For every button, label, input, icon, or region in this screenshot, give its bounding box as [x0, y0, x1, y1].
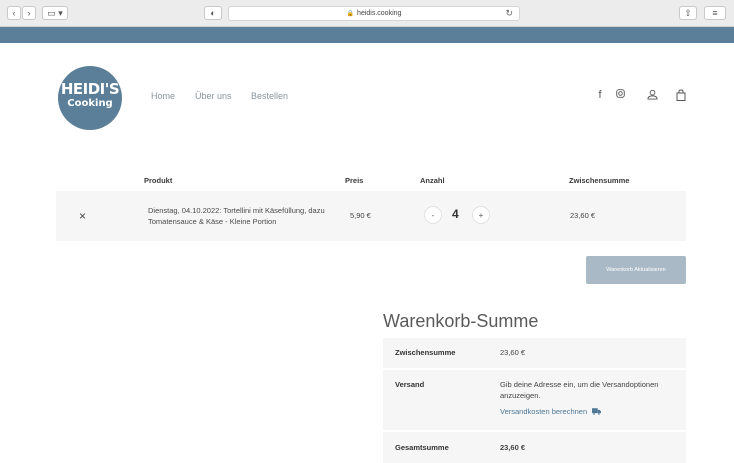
url-text: heidis.cooking: [357, 10, 402, 17]
total-label: Gesamtsumme: [395, 443, 449, 452]
browser-toolbar: ‹ › ▭ ▾ ◐ 🔒 heidis.cooking ↻ ⇧ ≡: [0, 0, 734, 27]
shipping-info: Gib deine Adresse ein, um die Versandopt…: [500, 380, 659, 400]
logo-text-line1: HEIDI'S: [60, 80, 120, 98]
shipping-label: Versand: [395, 380, 425, 389]
forward-icon[interactable]: ›: [22, 6, 36, 20]
nav-about[interactable]: Über uns: [195, 91, 232, 101]
nav-order[interactable]: Bestellen: [251, 91, 288, 101]
nav-home[interactable]: Home: [151, 91, 175, 101]
truck-icon: [592, 408, 602, 415]
col-product: Produkt: [144, 176, 173, 185]
quantity-minus-button[interactable]: -: [424, 206, 442, 224]
lock-icon: 🔒: [346, 11, 355, 17]
reload-icon[interactable]: ↻: [505, 8, 513, 19]
logo-text-line2: Cooking: [67, 98, 113, 109]
site-logo[interactable]: HEIDI'S Cooking: [58, 66, 122, 130]
totals-row-total: Gesamtsumme 23,60 €: [383, 432, 686, 463]
subtotal-label: Zwischensumme: [395, 348, 456, 357]
instagram-icon[interactable]: [614, 89, 626, 98]
totals-row-shipping: Versand Gib deine Adresse ein, um die Ve…: [383, 370, 686, 430]
quantity-plus-button[interactable]: +: [472, 206, 490, 224]
remove-item-icon[interactable]: ×: [79, 209, 86, 223]
quantity-value[interactable]: 4: [452, 207, 459, 221]
shipping-calculator-label: Versandkosten berechnen: [500, 407, 588, 416]
back-icon[interactable]: ‹: [7, 6, 21, 20]
col-subtotal: Zwischensumme: [569, 176, 630, 185]
privacy-shield-icon[interactable]: ◐: [204, 6, 222, 20]
share-icon[interactable]: ⇧: [679, 6, 697, 20]
cart-bag-icon[interactable]: [674, 89, 688, 101]
product-name[interactable]: Dienstag, 04.10.2022: Tortellini mit Käs…: [148, 205, 338, 227]
product-price: 5,90 €: [350, 211, 371, 220]
account-icon[interactable]: [645, 89, 659, 100]
tabs-overview-icon[interactable]: ≡: [704, 6, 726, 20]
col-quantity: Anzahl: [420, 176, 445, 185]
facebook-icon[interactable]: f: [595, 89, 605, 101]
top-banner: [0, 27, 734, 43]
shipping-calculator-link[interactable]: Versandkosten berechnen: [500, 407, 602, 416]
totals-row-subtotal: Zwischensumme 23,60 €: [383, 338, 686, 368]
cart-totals-title: Warenkorb-Summe: [383, 311, 539, 331]
address-bar[interactable]: 🔒 heidis.cooking ↻: [228, 6, 520, 21]
update-cart-button[interactable]: Warenkorb Aktualisieren: [586, 256, 686, 284]
total-value: 23,60 €: [500, 443, 526, 452]
subtotal-value: 23,60 €: [500, 348, 526, 357]
col-price: Preis: [345, 176, 364, 185]
item-subtotal: 23,60 €: [570, 211, 596, 220]
sidebar-toggle-icon[interactable]: ▭ ▾: [42, 6, 68, 20]
